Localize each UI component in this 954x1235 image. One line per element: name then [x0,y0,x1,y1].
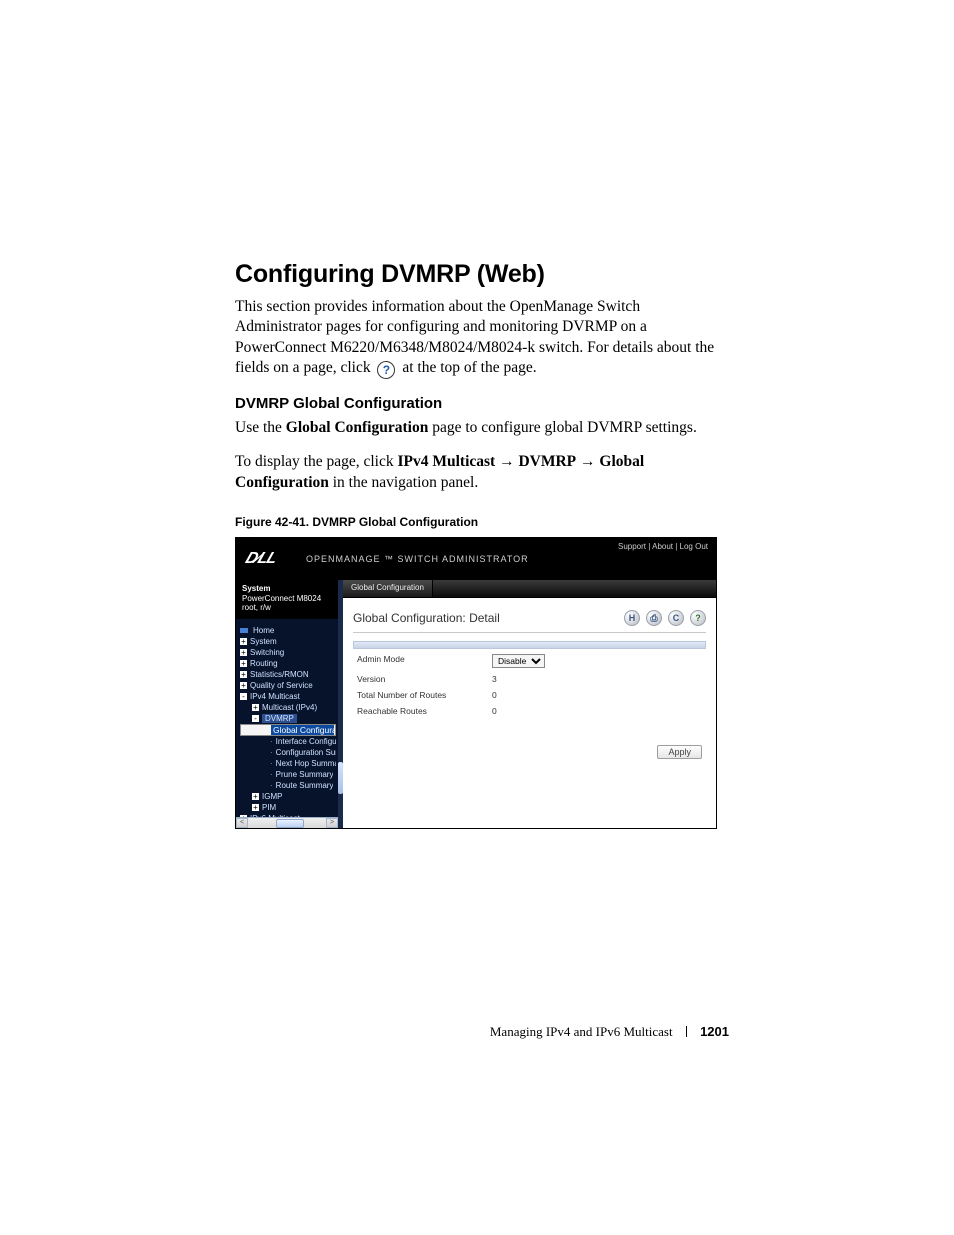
expand-icon[interactable]: + [252,793,259,800]
help-icon[interactable]: ? [690,610,706,626]
sub-p2-a: To display the page, click [235,453,397,470]
help-icon: ? [377,361,395,379]
detail-header: Global Configuration: Detail H ⎙ C ? [353,610,706,633]
nav-home[interactable]: Home [240,625,336,636]
print-icon[interactable]: ⎙ [646,610,662,626]
collapse-icon[interactable]: - [240,693,247,700]
figure-caption: Figure 42-41. DVMRP Global Configuration [235,515,729,529]
nav-igmp[interactable]: +IGMP [240,791,336,802]
scroll-left-icon[interactable]: < [236,818,248,828]
footer-section: Managing IPv4 and IPv6 Multicast [490,1024,673,1039]
nav-route-summary[interactable]: ·Route Summary [240,780,336,791]
content-pane: Global Configuration Global Configuratio… [343,580,716,828]
nav-sidebar: System PowerConnect M8024 root, r/w Home… [236,580,338,828]
apply-button[interactable]: Apply [657,745,702,759]
scroll-track[interactable] [248,818,326,828]
nav-path-1: IPv4 Multicast [397,453,495,470]
dell-logo: D∕LL [236,550,306,568]
expand-icon[interactable]: + [240,660,247,667]
scroll-thumb[interactable] [276,819,304,828]
version-value: 3 [492,674,702,684]
nav-tree: Home +System +Switching +Routing +Statis… [236,619,338,828]
total-routes-label: Total Number of Routes [357,690,492,700]
sys-label: System [242,584,270,593]
sub-p2-e: in the navigation panel. [329,474,478,491]
nav-routing[interactable]: +Routing [240,658,336,669]
horizontal-scrollbar[interactable]: < > [236,817,338,828]
nav-path-2: DVMRP [518,453,576,470]
total-routes-value: 0 [492,690,702,700]
field-admin-mode: Admin Mode Disable [353,651,706,671]
field-version: Version 3 [353,671,706,687]
admin-mode-label: Admin Mode [357,654,492,668]
system-info-block: System PowerConnect M8024 root, r/w [236,580,338,619]
nav-ipv4-multicast[interactable]: -IPv4 Multicast [240,691,336,702]
expand-icon[interactable]: + [252,704,259,711]
arrow-icon: → [580,453,596,470]
field-reachable-routes: Reachable Routes 0 [353,703,706,719]
nav-interface-config[interactable]: ·Interface Configurat [240,736,336,747]
sub-p1-a: Use the [235,419,286,436]
nav-multicast-ipv4[interactable]: +Multicast (IPv4) [240,702,336,713]
app-header: D∕LL OPENMANAGE ™ SWITCH ADMINISTRATOR S… [236,538,716,580]
nav-prune-summary[interactable]: ·Prune Summary [240,769,336,780]
sys-model: PowerConnect M8024 [242,594,334,604]
page-heading: Configuring DVMRP (Web) [235,260,729,289]
page-number: 1201 [700,1024,729,1039]
nav-next-hop[interactable]: ·Next Hop Summary [240,758,336,769]
expand-icon[interactable]: + [252,804,259,811]
nav-pim[interactable]: +PIM [240,802,336,813]
save-icon[interactable]: H [624,610,640,626]
collapse-icon[interactable]: - [252,715,259,722]
reachable-routes-label: Reachable Routes [357,706,492,716]
sub-paragraph-1: Use the Global Configuration page to con… [235,418,729,438]
expand-icon[interactable]: + [240,682,247,689]
scroll-right-icon[interactable]: > [326,818,338,828]
sub-paragraph-2: To display the page, click IPv4 Multicas… [235,452,729,493]
nav-qos[interactable]: +Quality of Service [240,680,336,691]
nav-switching[interactable]: +Switching [240,647,336,658]
footer-divider [686,1026,687,1037]
figure-screenshot: D∕LL OPENMANAGE ™ SWITCH ADMINISTRATOR S… [235,537,717,829]
tab-bar: Global Configuration [343,580,716,598]
section-divider [353,641,706,649]
expand-icon[interactable]: + [240,649,247,656]
tab-global-config[interactable]: Global Configuration [343,580,433,597]
expand-icon[interactable]: + [240,638,247,645]
nav-stats[interactable]: +Statistics/RMON [240,669,336,680]
sub-p1-bold: Global Configuration [286,419,429,436]
field-total-routes: Total Number of Routes 0 [353,687,706,703]
nav-global-config[interactable]: Global Configura [240,724,336,736]
sub-p1-c: page to configure global DVMRP settings. [428,419,697,436]
version-label: Version [357,674,492,684]
home-icon [240,628,248,633]
app-title: OPENMANAGE ™ SWITCH ADMINISTRATOR [306,554,529,564]
nav-dvmrp[interactable]: -DVMRP [240,713,336,724]
nav-config-summary[interactable]: ·Configuration Summ [240,747,336,758]
reachable-routes-value: 0 [492,706,702,716]
intro-paragraph: This section provides information about … [235,297,729,379]
admin-mode-select[interactable]: Disable [492,654,545,668]
expand-icon[interactable]: + [240,671,247,678]
intro-text-2: at the top of the page. [402,359,536,376]
refresh-icon[interactable]: C [668,610,684,626]
toolbar-icons: H ⎙ C ? [624,610,706,626]
page-footer: Managing IPv4 and IPv6 Multicast 1201 [0,1024,954,1040]
arrow-icon: → [499,453,515,470]
subheading: DVMRP Global Configuration [235,395,729,412]
header-links[interactable]: Support | About | Log Out [618,542,708,551]
nav-system[interactable]: +System [240,636,336,647]
sys-user: root, r/w [242,603,334,613]
detail-title: Global Configuration: Detail [353,611,500,625]
